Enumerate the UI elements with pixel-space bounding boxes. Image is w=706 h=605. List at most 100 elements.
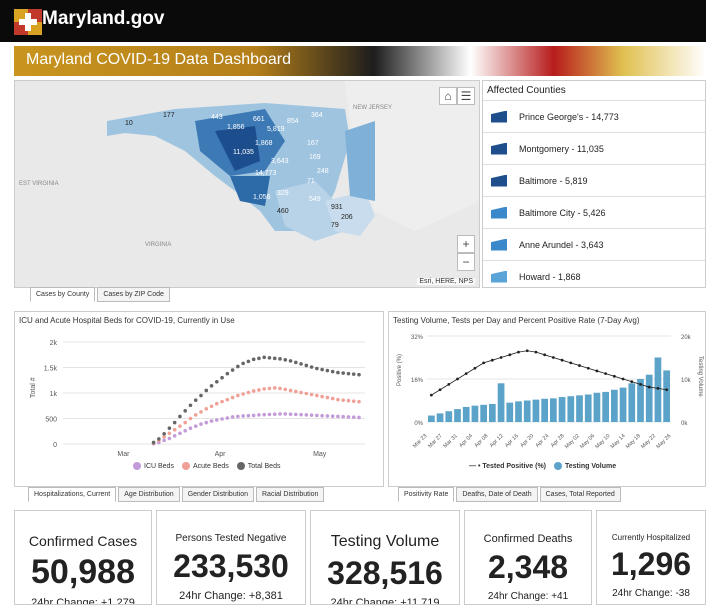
county-color-icon <box>491 238 507 251</box>
volume-bar <box>558 397 566 422</box>
y-axis-label-left: Positive (%) <box>397 354 403 386</box>
data-point <box>172 420 177 425</box>
tab-racial-distribution[interactable]: Racial Distribution <box>256 487 325 502</box>
data-point <box>209 404 214 409</box>
tab-cases-by-zip[interactable]: Cases by ZIP Code <box>97 287 170 302</box>
card-testing-volume[interactable]: Testing Volume 328,516 24hr Change: +11,… <box>310 510 460 605</box>
volume-dot-icon <box>554 462 563 470</box>
y-tick-label: 2k <box>50 340 58 347</box>
x-tick-label: Apr <box>215 451 227 458</box>
data-point <box>294 412 298 417</box>
card-confirmed-cases[interactable]: Confirmed Cases 50,988 24hr Change: +1,2… <box>14 510 152 605</box>
county-list-item[interactable]: Prince George's - 14,773 <box>483 100 705 132</box>
map-label-wv: EST VIRGINIA <box>19 181 59 187</box>
card-persons-tested-negative[interactable]: Persons Tested Negative 233,530 24hr Cha… <box>156 510 306 605</box>
data-point <box>351 415 356 420</box>
county-list-item[interactable]: Montgomery - 11,035 <box>483 132 705 164</box>
volume-bar <box>602 391 609 422</box>
svg-text:167: 167 <box>307 140 319 147</box>
county-color-icon <box>491 110 507 123</box>
county-list-item[interactable]: Howard - 1,868 <box>483 260 705 287</box>
y-tick-left: 0% <box>414 421 423 427</box>
tab-hospitalizations[interactable]: Hospitalizations, Current <box>28 487 117 502</box>
volume-bar <box>567 396 575 422</box>
data-point <box>251 413 256 418</box>
hospital-beds-panel: ICU and Acute Hospital Beds for COVID-19… <box>14 311 384 487</box>
testing-legend: — • Tested Positive (%) Testing Volume <box>469 462 616 470</box>
x-tick-label: May 10 <box>594 433 611 450</box>
data-point <box>346 371 351 376</box>
card-value: 1,296 <box>610 546 692 582</box>
svg-text:549: 549 <box>309 196 321 203</box>
data-point <box>278 412 282 416</box>
data-point <box>209 419 214 423</box>
data-point <box>183 428 187 433</box>
data-point <box>236 393 240 398</box>
svg-text:1,856: 1,856 <box>227 124 245 131</box>
volume-bar <box>428 415 435 422</box>
data-point <box>267 356 272 360</box>
icu-dot-icon <box>133 462 141 470</box>
data-point <box>220 399 224 404</box>
data-point <box>351 399 356 403</box>
map-tabs: Cases by County Cases by ZIP Code <box>30 287 170 302</box>
data-point <box>294 389 298 394</box>
data-point <box>330 414 335 419</box>
site-title[interactable]: Maryland.gov <box>42 8 164 30</box>
data-point <box>315 413 319 418</box>
zoom-in-button[interactable]: + <box>457 235 475 253</box>
data-point <box>215 418 219 422</box>
county-color-icon <box>491 270 507 283</box>
county-list-item[interactable]: Baltimore City - 5,426 <box>483 196 705 228</box>
data-point <box>267 386 272 391</box>
county-color-icon <box>491 174 507 187</box>
volume-bar <box>619 387 627 422</box>
data-point <box>230 395 235 400</box>
data-point <box>193 398 198 402</box>
tab-cases-by-county[interactable]: Cases by County <box>30 287 96 302</box>
data-point <box>346 398 351 403</box>
volume-bar <box>506 402 514 422</box>
data-point <box>341 371 346 375</box>
card-currently-hospitalized[interactable]: Currently Hospitalized 1,296 24hr Change… <box>596 510 706 605</box>
affected-counties-title: Affected Counties <box>487 85 566 96</box>
x-tick-label: May 02 <box>564 433 581 450</box>
tab-positivity-rate[interactable]: Positivity Rate <box>398 487 455 502</box>
data-point <box>299 412 303 417</box>
data-point <box>162 432 166 436</box>
card-confirmed-deaths[interactable]: Confirmed Deaths 2,348 24hr Change: +41 <box>464 510 592 605</box>
data-point <box>251 389 256 393</box>
y-tick-left: 32% <box>411 335 424 341</box>
volume-bar <box>497 383 505 422</box>
data-point <box>220 375 224 380</box>
tab-gender-distribution[interactable]: Gender Distribution <box>181 487 254 502</box>
map-label-nj: NEW JERSEY <box>353 105 392 111</box>
data-point <box>246 359 251 364</box>
svg-text:177: 177 <box>163 112 175 119</box>
county-map[interactable]: NEW JERSEY EST VIRGINIA VIRGINIA 10 177 … <box>14 80 480 288</box>
data-point <box>320 413 324 418</box>
county-list-item[interactable]: Anne Arundel - 3,643 <box>483 228 705 260</box>
tab-age-distribution[interactable]: Age Distribution <box>118 487 180 502</box>
volume-bar <box>489 403 496 422</box>
card-change: 24hr Change: +1,279 <box>31 597 135 605</box>
tab-deaths-date[interactable]: Deaths, Date of Death <box>456 487 538 502</box>
data-point <box>351 372 356 376</box>
dashboard-banner: Maryland COVID-19 Data Dashboard <box>14 46 706 76</box>
y-axis-label-right: Testing Volume <box>697 356 703 397</box>
x-tick-label: May 22 <box>640 433 657 450</box>
data-point <box>172 427 177 432</box>
x-tick-label: May 26 <box>655 433 672 450</box>
volume-bar <box>645 374 653 422</box>
list-icon[interactable]: ☰ <box>457 87 475 105</box>
data-point <box>309 413 314 417</box>
data-point <box>241 361 245 366</box>
home-icon[interactable]: ⌂ <box>439 87 457 105</box>
map-canvas[interactable]: NEW JERSEY EST VIRGINIA VIRGINIA 10 177 … <box>15 81 480 288</box>
x-tick-label: May 14 <box>610 433 627 450</box>
tab-cases-reported[interactable]: Cases, Total Reported <box>539 487 621 502</box>
zoom-out-button[interactable]: − <box>457 253 475 271</box>
svg-text:248: 248 <box>317 168 329 175</box>
svg-text:931: 931 <box>331 204 343 211</box>
county-list-item[interactable]: Baltimore - 5,819 <box>483 164 705 196</box>
